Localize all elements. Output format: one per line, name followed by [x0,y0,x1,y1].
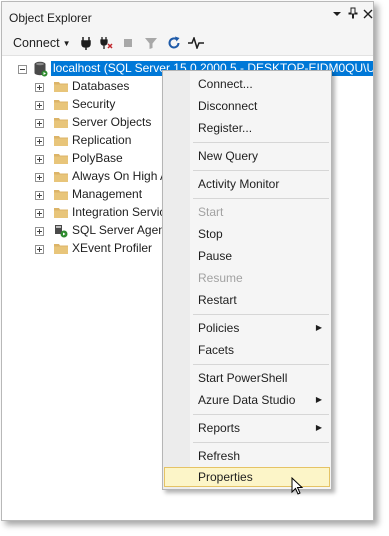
menu-separator [193,442,329,443]
folder-icon [54,154,68,164]
menu-item-label: Register... [198,121,253,135]
tree-node-label: Replication [72,133,132,147]
menu-item-label: Azure Data Studio [198,393,296,407]
menu-item-stop[interactable]: Stop [164,224,330,244]
expand-icon[interactable] [35,173,44,182]
tree-node-label: XEvent Profiler [72,241,153,255]
expand-icon[interactable] [35,155,44,164]
menu-item-label: New Query [198,149,259,163]
sql-agent-icon [55,225,68,238]
refresh-icon[interactable] [166,35,182,51]
expand-icon[interactable] [35,209,44,218]
folder-icon [54,100,68,110]
collapse-icon[interactable] [18,65,27,74]
menu-item-azure-data-studio[interactable]: Azure Data Studio ▶ [164,390,330,410]
connect-dropdown-button[interactable]: Connect ▼ [13,35,70,51]
tree-node-label: Server Objects [72,115,152,129]
menu-item-new-query[interactable]: New Query [164,146,330,166]
menu-item-label: Start [198,205,224,219]
expand-icon[interactable] [35,227,44,236]
menu-item-label: Restart [198,293,237,307]
folder-icon [54,82,68,92]
menu-separator [193,314,329,315]
expand-icon[interactable] [35,83,44,92]
menu-item-label: Disconnect [198,99,258,113]
tree-node-label: Always On High A [72,169,169,183]
menu-separator [193,170,329,171]
menu-item-restart[interactable]: Restart [164,290,330,310]
tree-node-label: Databases [72,79,130,93]
tree-node-label: Security [72,97,116,111]
toolbar: Connect ▼ [2,31,373,55]
menu-separator [193,364,329,365]
folder-icon [54,172,68,182]
disconnect-icon[interactable] [98,35,114,51]
menu-item-resume: Resume [164,268,330,288]
window-title: Object Explorer [9,11,92,25]
menu-item-label: Facets [198,343,235,357]
close-icon[interactable] [360,7,373,23]
menu-item-label: Properties [198,470,253,484]
menu-item-label: Stop [198,227,223,241]
menu-item-label: Connect... [198,77,253,91]
menu-item-pause[interactable]: Pause [164,246,330,266]
folder-icon [54,118,68,128]
menu-item-properties[interactable]: Properties [164,467,330,487]
server-context-menu: Connect... Disconnect Register... New Qu… [162,70,332,490]
menu-item-label: Reports [198,421,241,435]
expand-icon[interactable] [35,191,44,200]
menu-item-label: Pause [198,249,233,263]
menu-item-activity-monitor[interactable]: Activity Monitor [164,174,330,194]
tree-node-label: Management [72,187,143,201]
menu-separator [193,414,329,415]
chevron-down-icon: ▼ [62,38,71,48]
menu-item-reports[interactable]: Reports ▶ [164,418,330,438]
folder-icon [54,208,68,218]
filter-icon[interactable] [143,35,159,51]
connect-label: Connect [13,36,60,50]
tree-node-label: SQL Server Agent [72,223,169,237]
submenu-arrow-icon: ▶ [315,395,322,404]
window-position-dropdown-icon[interactable] [329,7,345,23]
menu-item-label: Refresh [198,449,241,463]
menu-item-label: Start PowerShell [198,371,288,385]
tree-node-label: Integration Servic [72,205,166,219]
connect-object-explorer-icon[interactable] [78,35,94,51]
expand-icon[interactable] [35,101,44,110]
menu-item-facets[interactable]: Facets [164,340,330,360]
folder-icon [54,136,68,146]
expand-icon[interactable] [35,119,44,128]
menu-item-disconnect[interactable]: Disconnect [164,96,330,116]
menu-item-start-powershell[interactable]: Start PowerShell [164,368,330,388]
menu-item-label: Resume [198,271,243,285]
pin-icon[interactable] [345,7,361,23]
submenu-arrow-icon: ▶ [315,423,322,432]
menu-item-start: Start [164,202,330,222]
menu-item-label: Policies [198,321,240,335]
tree-node-label: PolyBase [72,151,123,165]
menu-separator [193,142,329,143]
folder-icon [54,244,68,254]
menu-item-connect[interactable]: Connect... [164,74,330,94]
mouse-cursor-icon [291,477,304,495]
expand-icon[interactable] [35,137,44,146]
title-bar: Object Explorer [2,2,373,30]
menu-item-register[interactable]: Register... [164,118,330,138]
stop-icon[interactable] [120,35,136,51]
menu-item-refresh[interactable]: Refresh [164,446,330,466]
expand-icon[interactable] [35,245,44,254]
folder-icon [54,190,68,200]
menu-item-label: Activity Monitor [198,177,280,191]
submenu-arrow-icon: ▶ [315,323,322,332]
menu-item-policies[interactable]: Policies ▶ [164,318,330,338]
activity-monitor-icon[interactable] [188,35,204,51]
menu-separator [193,198,329,199]
